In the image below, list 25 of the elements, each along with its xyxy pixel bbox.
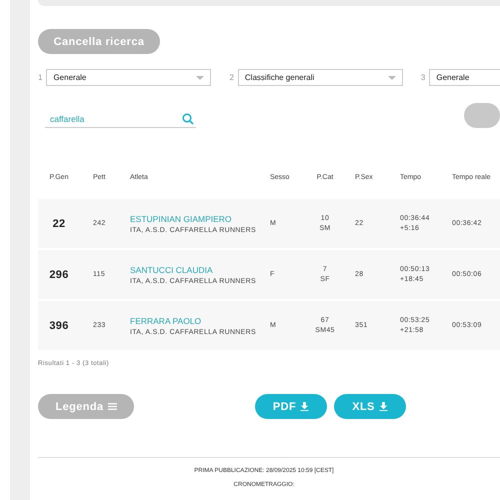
reset-search-button[interactable]: Cancella ricerca xyxy=(38,29,160,54)
step-number: 3 xyxy=(420,73,426,82)
download-icon xyxy=(378,402,388,411)
search-value: caffarella xyxy=(50,114,84,124)
caret-icon xyxy=(196,76,204,80)
athlete-link[interactable]: ESTUPINIAN GIAMPIERO xyxy=(130,214,232,224)
caret-icon xyxy=(388,76,396,80)
action-button[interactable] xyxy=(464,103,500,128)
search-icon[interactable] xyxy=(182,113,194,125)
table-cell-text: 296 xyxy=(48,268,70,280)
export-button[interactable]: XLS xyxy=(334,394,406,419)
table-cell-text: 22 xyxy=(52,218,66,230)
athlete-link[interactable]: FERRARA PAOLO xyxy=(130,316,202,326)
download-icon xyxy=(300,402,310,411)
export-button[interactable]: PDF xyxy=(255,394,327,419)
table-cell-text: 396 xyxy=(48,320,70,332)
legend-button[interactable]: Legenda xyxy=(38,394,134,419)
dropdown[interactable]: Generale xyxy=(46,69,212,86)
athlete-link[interactable]: SANTUCCI CLAUDIA xyxy=(130,264,213,274)
search-field[interactable]: caffarella xyxy=(45,111,196,128)
dropdown[interactable]: Classifiche generali xyxy=(238,69,403,86)
step-number: 2 xyxy=(229,73,234,82)
step-number: 1 xyxy=(38,73,42,82)
menu-icon xyxy=(108,402,117,411)
dropdown[interactable]: Generale xyxy=(429,69,500,86)
